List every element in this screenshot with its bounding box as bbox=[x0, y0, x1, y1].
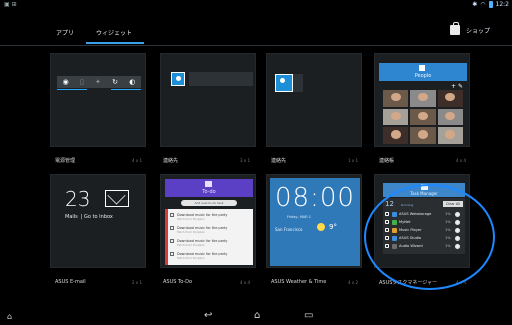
widget-size: 4 x 4 bbox=[456, 158, 466, 163]
widget-asus-weather-time[interactable]: 08:00 Friday, MAR 1 San Francisco 9° bbox=[266, 174, 362, 268]
contact-name-bar bbox=[189, 72, 253, 86]
todo-header: To-do bbox=[165, 179, 253, 197]
weather-location: San Francisco bbox=[275, 227, 303, 232]
widget-label: 連絡先 bbox=[271, 158, 287, 164]
todo-title: To-do bbox=[202, 189, 216, 195]
todo-checkbox bbox=[170, 252, 174, 256]
mail-count: 23 bbox=[65, 187, 91, 211]
contact-photo bbox=[410, 108, 436, 126]
highlight-circle bbox=[364, 184, 495, 290]
widget-asus-email[interactable]: 23 Mails | Go to Inbox bbox=[50, 174, 146, 268]
todo-icon bbox=[205, 181, 212, 187]
sync-toggle-icon: ↻ bbox=[112, 78, 119, 86]
envelope-icon bbox=[105, 190, 129, 207]
widget-size: 1 x 1 bbox=[348, 158, 358, 163]
sun-icon bbox=[317, 223, 325, 231]
back-icon[interactable]: ↩ bbox=[204, 310, 212, 321]
mail-caption: Mails | Go to Inbox bbox=[65, 214, 113, 220]
mails-label: Mails bbox=[65, 214, 78, 220]
widget-size: 3 x 1 bbox=[240, 158, 250, 163]
goto-inbox-label: Go to Inbox bbox=[84, 214, 113, 220]
todo-list: Download music for the party Fetch from … bbox=[165, 209, 253, 265]
widget-label: 電源管理 bbox=[55, 158, 76, 164]
todo-item: Download music for the party Fetch from … bbox=[170, 213, 252, 221]
todo-add-field: Add new to-do task bbox=[181, 200, 237, 206]
people-header: People bbox=[379, 63, 467, 81]
widget-label: 連絡帳 bbox=[379, 158, 395, 164]
people-photo-grid bbox=[383, 90, 463, 144]
brightness-toggle-icon: ✦ bbox=[95, 78, 101, 86]
widget-label: ASUS Weather & Time bbox=[271, 279, 327, 285]
people-tools: + ✎ bbox=[451, 83, 463, 90]
contact-photo bbox=[410, 90, 436, 107]
contact-name-bar bbox=[293, 74, 303, 92]
contact-photo bbox=[383, 108, 409, 126]
todo-item: Download music for the party Fetch from … bbox=[170, 252, 252, 260]
power-bar-underline bbox=[111, 89, 141, 90]
todo-checkbox bbox=[170, 213, 174, 217]
contact-photo bbox=[437, 108, 463, 126]
weather-clock: 08:00 bbox=[275, 183, 355, 213]
widget-grid: ◉ ▯ ✦ ↻ ◐ 電源管理 4 x 1 連絡先 3 x 1 連絡先 1 x 1… bbox=[0, 0, 512, 325]
vibrate-toggle-icon: ▯ bbox=[79, 78, 84, 86]
people-icon bbox=[419, 65, 425, 71]
widget-size: 4 x 2 bbox=[348, 280, 358, 285]
todo-item: Download music for the party Fetch from … bbox=[170, 239, 252, 247]
contact-photo bbox=[437, 127, 463, 144]
people-title: People bbox=[414, 73, 432, 79]
weather-date: Friday, MAR 1 bbox=[287, 215, 312, 219]
widget-size: 2 x 1 bbox=[132, 280, 142, 285]
contact-photo bbox=[410, 127, 436, 144]
widget-contact-1[interactable] bbox=[160, 53, 256, 147]
contact-photo bbox=[383, 90, 409, 107]
contact-photo bbox=[437, 90, 463, 107]
auto-brightness-icon: ◐ bbox=[129, 78, 136, 86]
home-icon[interactable]: ⌂ bbox=[254, 310, 260, 321]
todo-checkbox bbox=[170, 239, 174, 243]
weather-temperature: 9° bbox=[329, 223, 337, 231]
contact-avatar-icon bbox=[275, 74, 293, 92]
wifi-toggle-icon: ◉ bbox=[62, 78, 69, 86]
todo-checkbox bbox=[170, 226, 174, 230]
navigation-bar: ⌂ ↩ ⌂ ▭ bbox=[0, 307, 512, 325]
widget-people[interactable]: People + ✎ bbox=[374, 53, 470, 147]
widget-size: 4 x 1 bbox=[132, 158, 142, 163]
widget-size: 4 x 4 bbox=[240, 280, 250, 285]
contact-photo bbox=[383, 127, 409, 144]
todo-item: Download music for the party Fetch from … bbox=[170, 226, 252, 234]
widget-label: ASUS To-Do bbox=[163, 279, 193, 285]
widget-label: ASUS E-mail bbox=[55, 279, 86, 285]
keyboard-icon[interactable]: ⌂ bbox=[7, 312, 12, 321]
widget-asus-todo[interactable]: To-do Add new to-do task Download music … bbox=[160, 174, 256, 268]
widget-contact-2[interactable] bbox=[266, 53, 362, 147]
widget-label: 連絡先 bbox=[163, 158, 179, 164]
widget-power-management[interactable]: ◉ ▯ ✦ ↻ ◐ bbox=[50, 53, 146, 147]
contact-avatar-icon bbox=[171, 72, 185, 86]
power-toggle-bar: ◉ ▯ ✦ ↻ ◐ bbox=[57, 76, 141, 88]
power-bar-underline bbox=[57, 89, 87, 90]
recents-icon[interactable]: ▭ bbox=[304, 310, 313, 321]
